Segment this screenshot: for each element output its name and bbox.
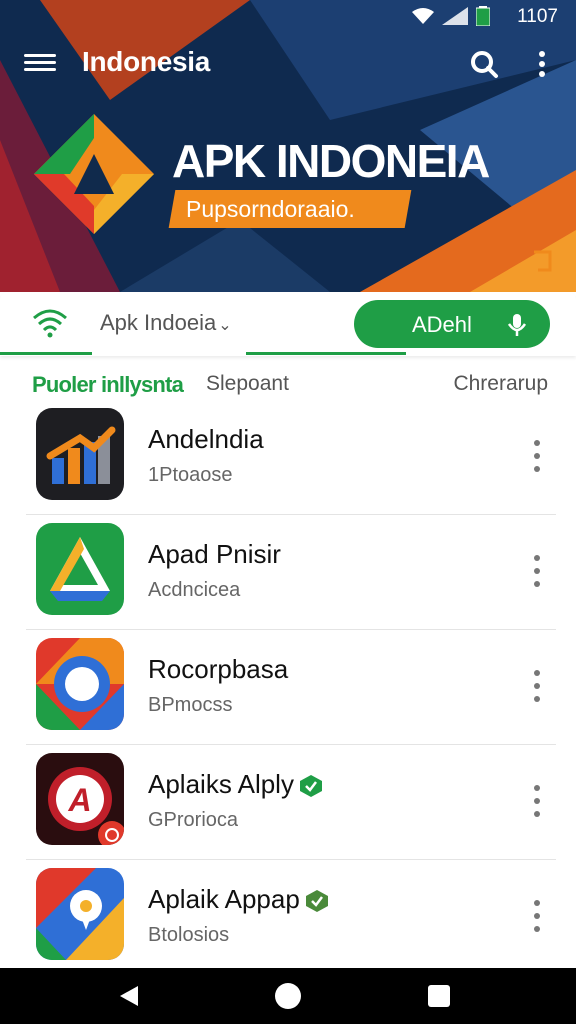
navigation-bar [0, 968, 576, 1024]
app-subtitle: 1Ptoaose [148, 464, 233, 486]
list-item[interactable]: Aplaik Appap Btolosios [26, 860, 556, 974]
app-name-text: Aplaiks Alply [148, 769, 294, 799]
section-tab[interactable]: Slepoant [206, 372, 289, 396]
status-bar: 1107 [0, 0, 576, 34]
app-name: Rocorpbasa [148, 654, 289, 684]
status-time: 1107 [517, 6, 558, 27]
app-name: Aplaik Appap [148, 884, 328, 915]
chevron-down-icon: ⌄ [218, 317, 232, 334]
wifi-status-icon [412, 8, 434, 24]
recent-apps-icon[interactable] [428, 985, 450, 1007]
hero-badge-text: Pupsorndoraaio. [186, 196, 355, 222]
signal-icon [442, 7, 468, 25]
tab-indicator [246, 352, 406, 355]
app-name: Apad Pnisir [148, 539, 281, 569]
list-item[interactable]: Apad Pnisir Acdncicea [26, 515, 556, 630]
hero-logo-icon [34, 114, 154, 234]
more-options-icon[interactable] [530, 440, 544, 472]
section-tab-active[interactable]: Puoler inllysnta [32, 372, 184, 398]
search-icon[interactable] [468, 48, 500, 80]
maps-like-app-icon [36, 868, 124, 960]
menu-icon[interactable] [24, 50, 56, 76]
corner-bracket-icon [534, 250, 552, 272]
app-subtitle: BPmocss [148, 694, 233, 716]
section-header: Puoler inllysnta Slepoant Chrerarup [0, 362, 576, 402]
more-options-icon[interactable] [530, 900, 544, 932]
svg-text:A: A [67, 782, 91, 818]
app-subtitle: Btolosios [148, 924, 230, 946]
camera-like-app-icon [36, 638, 124, 730]
battery-icon [476, 6, 490, 26]
app-subtitle: Acdncicea [148, 579, 241, 601]
tab-indicator [0, 352, 92, 355]
primary-action-label: ADehl [412, 312, 472, 337]
red-circle-logo-app-icon: A [36, 753, 124, 845]
verified-badge-icon [305, 890, 328, 913]
hero-title: APK INDONEIA [172, 135, 490, 187]
app-name: Andelndia [148, 424, 264, 454]
microphone-icon [507, 314, 527, 336]
list-item[interactable]: Andelndia 1Ptoaose [26, 400, 556, 515]
more-options-icon[interactable] [530, 48, 554, 80]
list-item[interactable]: Rocorpbasa BPmocss [26, 630, 556, 745]
region-select[interactable]: Apk Indoeia ⌄ [100, 310, 232, 336]
filter-bar: Apk Indoeia ⌄ ADehl [0, 292, 576, 356]
status-icons [412, 6, 490, 26]
app-name: Aplaiks Alply [148, 769, 322, 800]
hero-banner: 1107 Indonesia APK INDONEIA Pupsorndoraa… [0, 0, 576, 292]
app-name-text: Aplaik Appap [148, 884, 300, 914]
more-options-icon[interactable] [530, 555, 544, 587]
region-select-label: Apk Indoeia [100, 310, 217, 335]
back-icon[interactable] [118, 984, 142, 1008]
bar-chart-app-icon [36, 408, 124, 500]
wifi-icon [33, 309, 67, 338]
section-action[interactable]: Chrerarup [453, 372, 548, 396]
verified-badge-icon [299, 775, 322, 798]
app-list: Andelndia 1Ptoaose Apad Pnisir Acdncicea… [26, 400, 556, 974]
app-bar: Indonesia [0, 40, 576, 88]
more-options-icon[interactable] [530, 670, 544, 702]
list-item[interactable]: A Aplaiks Alply GProrioca [26, 745, 556, 860]
app-title: Indonesia [82, 46, 210, 77]
more-options-icon[interactable] [530, 785, 544, 817]
app-subtitle: GProrioca [148, 809, 239, 831]
primary-action-button[interactable]: ADehl [354, 300, 550, 348]
drive-like-app-icon [36, 523, 124, 615]
home-icon[interactable] [275, 983, 301, 1009]
